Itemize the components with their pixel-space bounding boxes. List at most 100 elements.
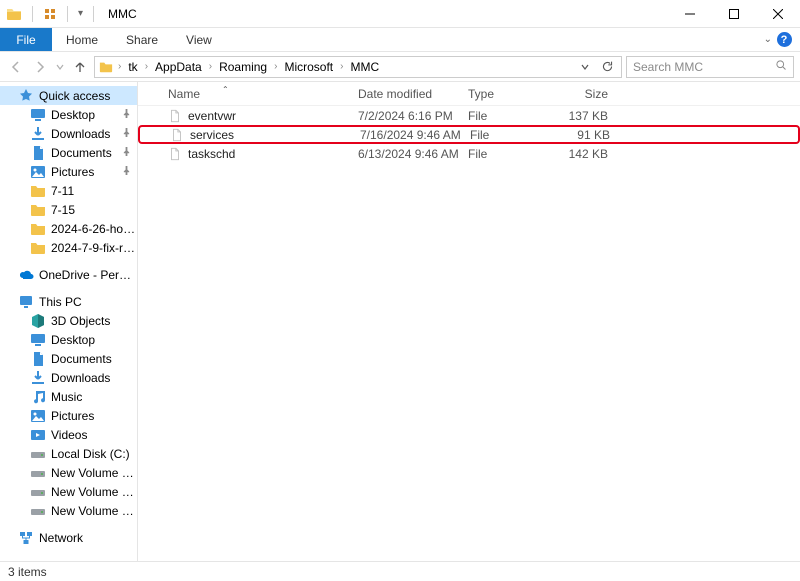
breadcrumb[interactable]: Roaming bbox=[215, 60, 271, 74]
sidebar-item-label: Desktop bbox=[51, 333, 95, 347]
folder-icon bbox=[30, 202, 46, 218]
sidebar-item-new-volume-e-[interactable]: New Volume (E:) bbox=[0, 482, 137, 501]
sidebar-item-pictures[interactable]: Pictures bbox=[0, 162, 137, 181]
sidebar-onedrive[interactable]: OneDrive - Personal bbox=[0, 265, 137, 284]
column-name[interactable]: Name ⌃ bbox=[168, 87, 358, 101]
recent-locations-button[interactable] bbox=[54, 57, 66, 77]
window-title: MMC bbox=[104, 7, 137, 21]
search-input[interactable]: Search MMC bbox=[626, 56, 794, 78]
sidebar-item-label: New Volume (E:) bbox=[51, 485, 137, 499]
pc-icon bbox=[18, 294, 34, 310]
navigation-toolbar: › tk › AppData › Roaming › Microsoft › M… bbox=[0, 52, 800, 82]
help-icon: ? bbox=[777, 32, 792, 47]
documents-icon bbox=[30, 145, 46, 161]
home-tab[interactable]: Home bbox=[52, 28, 112, 51]
pin-icon bbox=[122, 166, 131, 178]
expand-ribbon-icon[interactable]: ⌄ bbox=[764, 34, 772, 45]
sidebar-item-documents[interactable]: Documents bbox=[0, 143, 137, 162]
sidebar-item-3d-objects[interactable]: 3D Objects bbox=[0, 311, 137, 330]
star-icon bbox=[18, 88, 34, 104]
drive-icon bbox=[30, 484, 46, 500]
downloads-icon bbox=[30, 126, 46, 142]
sidebar-item-documents[interactable]: Documents bbox=[0, 349, 137, 368]
file-row-taskschd[interactable]: taskschd6/13/2024 9:46 AMFile142 KB bbox=[138, 144, 800, 163]
file-name: eventvwr bbox=[188, 109, 236, 123]
sidebar-item-new-volume-f-[interactable]: New Volume (F:) bbox=[0, 501, 137, 520]
sidebar-item-downloads[interactable]: Downloads bbox=[0, 124, 137, 143]
sidebar-item-label: 2024-6-26-how-to-s bbox=[51, 222, 137, 236]
drive-icon bbox=[30, 465, 46, 481]
file-date: 6/13/2024 9:46 AM bbox=[358, 147, 468, 161]
folder-icon bbox=[30, 221, 46, 237]
pin-icon bbox=[122, 147, 131, 159]
column-date[interactable]: Date modified bbox=[358, 87, 468, 101]
file-icon bbox=[168, 147, 182, 161]
view-tab[interactable]: View bbox=[172, 28, 226, 51]
status-text: 3 items bbox=[8, 565, 47, 579]
sidebar-item-local-disk-c-[interactable]: Local Disk (C:) bbox=[0, 444, 137, 463]
help-button[interactable]: ? bbox=[774, 28, 794, 51]
column-size[interactable]: Size bbox=[556, 87, 616, 101]
sidebar-item-label: New Volume (D:) bbox=[51, 466, 137, 480]
navigation-pane: Quick accessDesktopDownloadsDocumentsPic… bbox=[0, 82, 138, 561]
search-placeholder: Search MMC bbox=[633, 60, 703, 74]
forward-button[interactable] bbox=[30, 57, 50, 77]
sidebar-item-videos[interactable]: Videos bbox=[0, 425, 137, 444]
sidebar-item-2024-6-26-how-to-s[interactable]: 2024-6-26-how-to-s bbox=[0, 219, 137, 238]
history-dropdown-button[interactable] bbox=[575, 57, 595, 77]
breadcrumb[interactable]: AppData bbox=[151, 60, 206, 74]
file-name: taskschd bbox=[188, 147, 235, 161]
sidebar-item-label: This PC bbox=[39, 295, 82, 309]
sidebar-item-7-11[interactable]: 7-11 bbox=[0, 181, 137, 200]
sidebar-item-label: Quick access bbox=[39, 89, 110, 103]
maximize-button[interactable] bbox=[712, 0, 756, 27]
breadcrumb[interactable]: tk bbox=[124, 60, 141, 74]
sidebar-item-desktop[interactable]: Desktop bbox=[0, 105, 137, 124]
breadcrumb[interactable]: MMC bbox=[346, 60, 383, 74]
sidebar-network[interactable]: Network bbox=[0, 528, 137, 547]
minimize-button[interactable] bbox=[668, 0, 712, 27]
folder-icon bbox=[30, 183, 46, 199]
file-tab[interactable]: File bbox=[0, 28, 52, 51]
sidebar-item-desktop[interactable]: Desktop bbox=[0, 330, 137, 349]
back-button[interactable] bbox=[6, 57, 26, 77]
sidebar-item-2024-7-9-fix-runtim[interactable]: 2024-7-9-fix-runtim bbox=[0, 238, 137, 257]
sidebar-item-downloads[interactable]: Downloads bbox=[0, 368, 137, 387]
sidebar-item-label: Local Disk (C:) bbox=[51, 447, 130, 461]
sidebar-item-label: Pictures bbox=[51, 409, 94, 423]
sidebar-item-label: Desktop bbox=[51, 108, 95, 122]
refresh-button[interactable] bbox=[597, 57, 617, 77]
sidebar-item-7-15[interactable]: 7-15 bbox=[0, 200, 137, 219]
drive-icon bbox=[30, 446, 46, 462]
sidebar-item-music[interactable]: Music bbox=[0, 387, 137, 406]
chevron-right-icon[interactable]: › bbox=[273, 61, 278, 72]
sidebar-item-pictures[interactable]: Pictures bbox=[0, 406, 137, 425]
up-button[interactable] bbox=[70, 57, 90, 77]
sidebar-item-label: Pictures bbox=[51, 165, 94, 179]
music-icon bbox=[30, 389, 46, 405]
file-row-eventvwr[interactable]: eventvwr7/2/2024 6:16 PMFile137 KB bbox=[138, 106, 800, 125]
column-type[interactable]: Type bbox=[468, 87, 556, 101]
file-type: File bbox=[470, 128, 558, 142]
quick-access-toolbar-icon[interactable] bbox=[43, 7, 57, 21]
qat-dropdown-icon[interactable]: ▾ bbox=[78, 8, 83, 19]
file-type: File bbox=[468, 147, 556, 161]
desktop-icon bbox=[30, 107, 46, 123]
sidebar-this-pc[interactable]: This PC bbox=[0, 292, 137, 311]
chevron-right-icon[interactable]: › bbox=[144, 61, 149, 72]
videos-icon bbox=[30, 427, 46, 443]
breadcrumb[interactable]: Microsoft bbox=[280, 60, 337, 74]
close-button[interactable] bbox=[756, 0, 800, 27]
chevron-right-icon[interactable]: › bbox=[117, 61, 122, 72]
chevron-right-icon[interactable]: › bbox=[208, 61, 213, 72]
share-tab[interactable]: Share bbox=[112, 28, 172, 51]
network-icon bbox=[18, 530, 34, 546]
column-headers: Name ⌃ Date modified Type Size bbox=[138, 82, 800, 106]
chevron-right-icon[interactable]: › bbox=[339, 61, 344, 72]
sidebar-item-new-volume-d-[interactable]: New Volume (D:) bbox=[0, 463, 137, 482]
address-bar[interactable]: › tk › AppData › Roaming › Microsoft › M… bbox=[94, 56, 622, 78]
file-type: File bbox=[468, 109, 556, 123]
file-row-services[interactable]: services7/16/2024 9:46 AMFile91 KB bbox=[138, 125, 800, 144]
status-bar: 3 items bbox=[0, 561, 800, 581]
sidebar-quick-access[interactable]: Quick access bbox=[0, 86, 137, 105]
